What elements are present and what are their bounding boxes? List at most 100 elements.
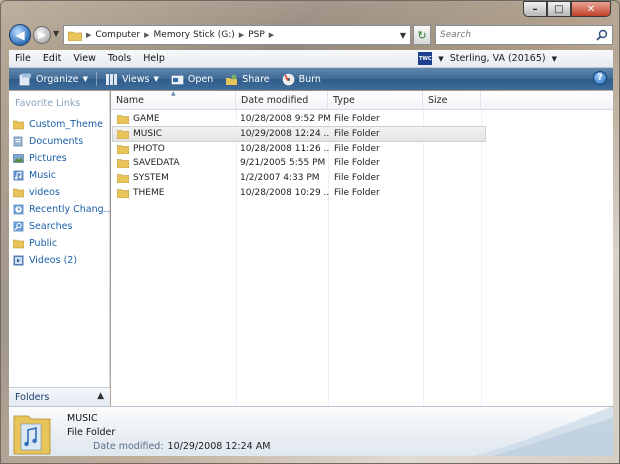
caption-buttons: – □ ✕ bbox=[523, 1, 611, 17]
search-icon[interactable] bbox=[596, 29, 608, 41]
views-button[interactable]: Views ▼ bbox=[99, 69, 165, 89]
favorite-link-videos[interactable]: videos bbox=[13, 184, 109, 201]
breadcrumb-separator[interactable]: ▶ bbox=[239, 31, 244, 39]
details-name: MUSIC bbox=[67, 413, 98, 424]
menu-tools[interactable]: Tools bbox=[102, 53, 137, 64]
favorite-link-label: Documents bbox=[29, 136, 84, 147]
menu-help[interactable]: Help bbox=[137, 53, 171, 64]
cell-name: SAVEDATA bbox=[113, 158, 236, 169]
file-rows: GAME 10/28/2008 9:52 PM File Folder MUSI… bbox=[112, 112, 486, 200]
chevron-up-icon: ▲ bbox=[97, 391, 104, 401]
weather-toolbar[interactable]: TWC ▼ Sterling, VA (20165) ▼ bbox=[418, 52, 557, 65]
help-icon[interactable]: ? bbox=[593, 71, 607, 85]
file-name: SYSTEM bbox=[133, 173, 169, 184]
folder-icon bbox=[13, 188, 24, 198]
views-label: Views bbox=[121, 73, 150, 85]
search-placeholder: Search bbox=[440, 30, 472, 40]
share-icon bbox=[226, 74, 238, 85]
table-row[interactable]: SYSTEM 1/2/2007 4:33 PM File Folder bbox=[113, 171, 485, 186]
cell-type: File Folder bbox=[334, 187, 380, 198]
minimize-button[interactable]: – bbox=[523, 1, 547, 17]
cell-type: File Folder bbox=[334, 173, 380, 184]
column-header-row: Name ▲ Date modified Type Size bbox=[111, 90, 613, 110]
folder-icon bbox=[13, 239, 24, 249]
toolbar-separator bbox=[95, 72, 97, 86]
menu-edit[interactable]: Edit bbox=[37, 53, 67, 64]
share-button[interactable]: Share bbox=[219, 69, 275, 89]
folder-icon bbox=[117, 130, 129, 140]
column-header-type[interactable]: Type bbox=[328, 91, 423, 110]
refresh-button[interactable]: ↻ bbox=[413, 25, 431, 45]
views-icon bbox=[105, 73, 117, 85]
search-input[interactable]: Search bbox=[435, 25, 613, 45]
folder-icon bbox=[117, 189, 129, 198]
folder-icon bbox=[117, 144, 129, 154]
menu-view[interactable]: View bbox=[67, 53, 102, 64]
column-header-size[interactable]: Size bbox=[423, 91, 481, 110]
file-name: PHOTO bbox=[133, 143, 165, 154]
explorer-window: – □ ✕ ◀ ▶ ▼ ▶ Computer ▶ Memory Stick (G… bbox=[0, 0, 620, 464]
table-row[interactable]: GAME 10/28/2008 9:52 PM File Folder bbox=[113, 112, 485, 127]
breadcrumb-psp[interactable]: PSP bbox=[248, 30, 265, 40]
menu-file[interactable]: File bbox=[9, 53, 37, 64]
favorite-link-music[interactable]: Music bbox=[13, 167, 109, 184]
cell-date-modified: 10/28/2008 11:26 ... bbox=[240, 143, 330, 154]
favorite-link-documents[interactable]: Documents bbox=[13, 133, 109, 150]
table-row[interactable]: PHOTO 10/28/2008 11:26 ... File Folder bbox=[113, 141, 485, 156]
cell-date-modified: 1/2/2007 4:33 PM bbox=[240, 173, 320, 184]
breadcrumb-separator[interactable]: ▶ bbox=[144, 31, 149, 39]
cell-name: MUSIC bbox=[113, 129, 236, 140]
file-name: MUSIC bbox=[133, 129, 163, 140]
organize-label: Organize bbox=[36, 73, 79, 85]
weather-location[interactable]: Sterling, VA (20165) bbox=[450, 53, 546, 64]
details-pane: MUSIC File Folder Date modified: 10/29/2… bbox=[9, 406, 613, 456]
table-row[interactable]: SAVEDATA 9/21/2005 5:55 PM File Folder bbox=[113, 156, 485, 171]
back-button[interactable]: ◀ bbox=[9, 24, 31, 46]
maximize-button[interactable]: □ bbox=[547, 1, 571, 17]
favorite-link-label: Recently Chang... bbox=[29, 204, 109, 215]
organize-button[interactable]: Organize ▼ bbox=[13, 69, 94, 89]
chevron-down-icon[interactable]: ▼ bbox=[552, 55, 557, 63]
favorite-link-recently-changed[interactable]: Recently Chang... bbox=[13, 201, 109, 218]
favorite-link-custom-theme[interactable]: Custom_Theme bbox=[13, 116, 109, 133]
cell-name: SYSTEM bbox=[113, 173, 236, 184]
recent-pages-dropdown[interactable]: ▼ bbox=[53, 29, 59, 38]
file-list: Name ▲ Date modified Type Size GAME 10/2… bbox=[111, 90, 613, 406]
address-dropdown[interactable]: ▼ bbox=[400, 31, 406, 40]
favorite-link-label: Custom_Theme bbox=[29, 119, 103, 130]
address-bar[interactable]: ▶ Computer ▶ Memory Stick (G:) ▶ PSP ▶ ▼ bbox=[63, 25, 411, 45]
navigation-bar: ◀ ▶ ▼ ▶ Computer ▶ Memory Stick (G:) ▶ P… bbox=[9, 23, 613, 47]
open-button[interactable]: Open bbox=[165, 69, 219, 89]
navigation-pane: Favorite Links Custom_Theme Documents Pi… bbox=[9, 91, 110, 387]
share-label: Share bbox=[242, 73, 270, 85]
favorite-link-searches[interactable]: Searches bbox=[13, 218, 109, 235]
favorite-link-pictures[interactable]: Pictures bbox=[13, 150, 109, 167]
details-date-modified-value: 10/29/2008 12:24 AM bbox=[167, 441, 271, 452]
pictures-icon bbox=[13, 154, 24, 163]
favorite-links-list: Custom_Theme Documents Pictures Music vi… bbox=[13, 116, 109, 269]
breadcrumb-memory-stick[interactable]: Memory Stick (G:) bbox=[154, 30, 235, 40]
favorite-link-videos-2[interactable]: Videos (2) bbox=[13, 252, 109, 269]
cell-type: File Folder bbox=[334, 158, 380, 169]
chevron-down-icon[interactable]: ▼ bbox=[438, 55, 443, 63]
folders-toggle[interactable]: Folders ▲ bbox=[9, 387, 110, 406]
table-row-selected[interactable]: MUSIC 10/29/2008 12:24 ... File Folder bbox=[112, 125, 486, 143]
burn-label: Burn bbox=[298, 73, 321, 85]
breadcrumb-computer[interactable]: Computer bbox=[95, 30, 140, 40]
cell-name: GAME bbox=[113, 114, 236, 125]
breadcrumb-separator[interactable]: ▶ bbox=[269, 31, 274, 39]
cell-name: THEME bbox=[113, 188, 236, 198]
close-button[interactable]: ✕ bbox=[571, 1, 611, 17]
favorite-links-heading: Favorite Links bbox=[15, 98, 81, 109]
favorite-link-label: Public bbox=[29, 238, 58, 249]
column-header-name[interactable]: Name ▲ bbox=[111, 90, 236, 110]
burn-button[interactable]: Burn bbox=[276, 69, 327, 89]
column-header-date-modified[interactable]: Date modified bbox=[236, 91, 328, 110]
cell-date-modified: 10/28/2008 10:29 ... bbox=[240, 187, 330, 198]
favorite-link-public[interactable]: Public bbox=[13, 235, 109, 252]
cell-name: PHOTO bbox=[113, 144, 236, 154]
favorite-link-label: Videos (2) bbox=[29, 255, 78, 266]
forward-button[interactable]: ▶ bbox=[33, 26, 51, 44]
decorative-swoosh bbox=[473, 407, 613, 456]
table-row[interactable]: THEME 10/28/2008 10:29 ... File Folder bbox=[113, 185, 485, 200]
